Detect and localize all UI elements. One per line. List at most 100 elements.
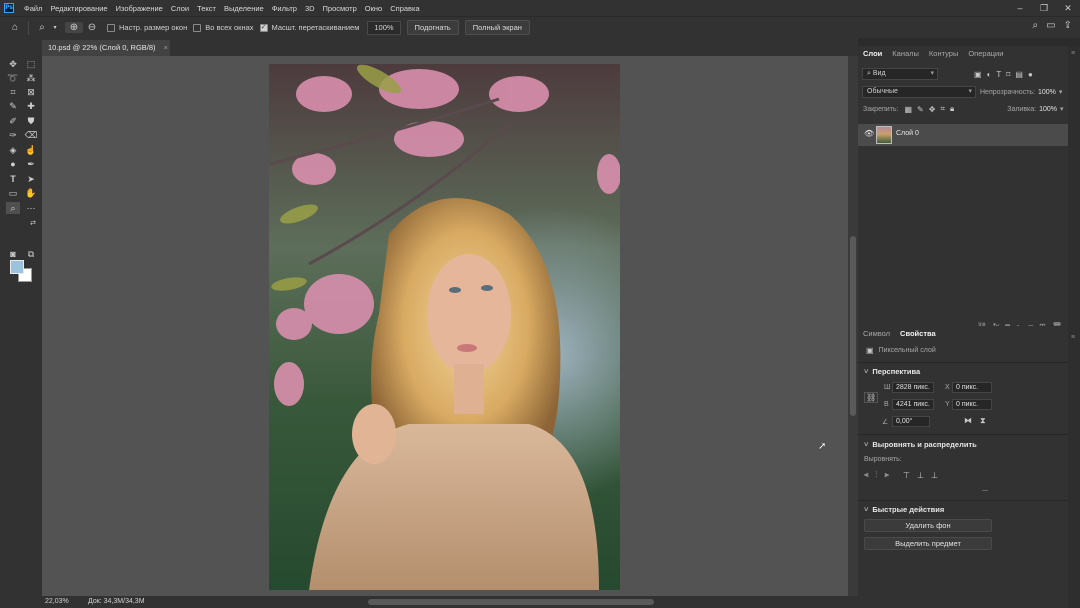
align-left-icon[interactable]: ⫷ xyxy=(864,470,869,480)
align-vcenter-icon[interactable]: ⊥ xyxy=(917,471,924,480)
menu-type[interactable]: Текст xyxy=(193,4,220,13)
healing-tool-icon[interactable]: ✚ xyxy=(24,100,38,112)
brush-tool-icon[interactable]: ✐ xyxy=(6,115,20,127)
fill-screen-button[interactable]: Полный экран xyxy=(464,20,530,35)
opacity-value[interactable]: 100% xyxy=(1038,89,1056,96)
zoom-tool-icon[interactable]: ⌕ xyxy=(33,22,51,33)
zoom-in-icon[interactable]: ⊕ xyxy=(65,22,83,33)
foreground-color-swatch[interactable] xyxy=(10,260,24,274)
status-doc-size[interactable]: Док: 34,3M/34,3M xyxy=(88,596,145,608)
horizontal-scrollbar-thumb[interactable] xyxy=(368,599,654,605)
layer-name[interactable]: Слой 0 xyxy=(896,130,919,137)
frame-tool-icon[interactable]: ⊠ xyxy=(24,86,38,98)
quick-actions-title[interactable]: ˅ Быстрые действия xyxy=(864,505,944,514)
swap-colors-icon[interactable]: ⇄ xyxy=(26,218,40,230)
layer-row[interactable]: 👁︎ Слой 0 xyxy=(858,124,1068,146)
maximize-icon[interactable]: ❐ xyxy=(1032,0,1056,16)
clone-stamp-tool-icon[interactable]: ⛊ xyxy=(24,115,38,127)
link-dimensions-icon[interactable]: ⛓ xyxy=(864,392,879,403)
tab-character[interactable]: Символ xyxy=(858,326,895,342)
x-field[interactable]: 0 пикс. xyxy=(952,382,992,393)
panel-menu-icon[interactable]: ≡ xyxy=(1071,50,1075,57)
document-photo[interactable] xyxy=(269,64,620,590)
align-bottom-icon[interactable]: ⊥ xyxy=(931,471,938,480)
width-field[interactable]: 2828 пикс. xyxy=(892,382,934,393)
transform-section-title[interactable]: ˅ Перспектива xyxy=(864,367,920,376)
scrollbar-thumb[interactable] xyxy=(850,236,856,416)
y-field[interactable]: 0 пикс. xyxy=(952,399,992,410)
fill-value[interactable]: 100% xyxy=(1039,106,1057,113)
magic-wand-tool-icon[interactable]: ⁂ xyxy=(24,72,38,84)
path-selection-tool-icon[interactable]: ➤ xyxy=(24,173,38,185)
menu-select[interactable]: Выделение xyxy=(220,4,268,13)
zoom-tool-icon[interactable]: ⌕ xyxy=(6,202,20,214)
move-tool-icon[interactable]: ✥ xyxy=(6,58,20,70)
close-tab-icon[interactable]: × xyxy=(164,43,168,52)
select-subject-button[interactable]: Выделить предмет xyxy=(864,537,992,550)
type-tool-icon[interactable]: T xyxy=(6,173,20,185)
marquee-tool-icon[interactable]: ⬚ xyxy=(24,58,38,70)
status-zoom[interactable]: 22,03% xyxy=(45,596,69,608)
lock-all-icon[interactable]: 🔒︎ xyxy=(950,104,954,114)
menu-file[interactable]: Файл xyxy=(20,4,46,13)
align-hcenter-icon[interactable]: ⫶ xyxy=(876,470,878,480)
menu-image[interactable]: Изображение xyxy=(112,4,167,13)
resize-windows-checkbox[interactable]: Настр. размер окон xyxy=(107,23,187,32)
align-top-icon[interactable]: ⊤ xyxy=(903,471,910,480)
more-options-icon[interactable]: ... xyxy=(982,486,988,493)
menu-3d[interactable]: 3D xyxy=(301,4,319,13)
chevron-down-icon[interactable]: ▾ xyxy=(1060,105,1064,113)
filter-shape-icon[interactable]: ⌑ xyxy=(1006,70,1010,79)
lock-artboard-icon[interactable]: ⌗ xyxy=(940,104,945,114)
close-icon[interactable]: ✕ xyxy=(1056,0,1080,16)
crop-tool-icon[interactable]: ⌗ xyxy=(6,86,20,98)
flip-horizontal-icon[interactable]: ⧓ xyxy=(964,416,972,425)
menu-window[interactable]: Окно xyxy=(361,4,386,13)
eye-icon[interactable]: 👁︎ xyxy=(864,129,874,138)
hand-tool-icon[interactable]: ✋ xyxy=(24,187,38,199)
menu-edit[interactable]: Редактирование xyxy=(46,4,111,13)
filter-pixel-icon[interactable]: ▣ xyxy=(974,70,982,79)
layer-filter-select[interactable]: ⌕ Вид ▾ xyxy=(862,68,938,80)
workspace-icon[interactable]: ▭ xyxy=(1046,20,1055,31)
lasso-tool-icon[interactable]: ➰ xyxy=(6,72,20,84)
menu-help[interactable]: Справка xyxy=(386,4,423,13)
history-brush-tool-icon[interactable]: ✑ xyxy=(6,129,20,141)
tab-actions[interactable]: Операции xyxy=(963,46,1008,62)
lock-transparent-icon[interactable]: ▦ xyxy=(904,105,912,114)
filter-smart-object-icon[interactable]: ▤ xyxy=(1015,70,1023,79)
chevron-down-icon[interactable]: ▾ xyxy=(51,24,59,31)
paint-bucket-tool-icon[interactable]: ◈ xyxy=(6,144,20,156)
remove-background-button[interactable]: Удалить фон xyxy=(864,519,992,532)
tab-layers[interactable]: Слои xyxy=(858,46,887,62)
canvas-area[interactable]: ➚ xyxy=(42,56,848,596)
filter-adjustment-icon[interactable]: ◐ xyxy=(987,70,992,79)
filter-toggle-icon[interactable]: ● xyxy=(1028,70,1033,79)
zoom-percent-field[interactable]: 100% xyxy=(367,20,401,35)
screen-mode-icon[interactable]: ⧉ xyxy=(24,248,38,260)
eraser-tool-icon[interactable]: ⌫ xyxy=(24,129,38,141)
vertical-scrollbar[interactable] xyxy=(848,56,858,596)
panel-menu-icon[interactable]: ≡ xyxy=(1071,334,1075,341)
menu-filter[interactable]: Фильтр xyxy=(268,4,301,13)
flip-vertical-icon[interactable]: ⧗ xyxy=(980,416,986,426)
eyedropper-tool-icon[interactable]: ✎ xyxy=(6,100,20,112)
tab-properties[interactable]: Свойства xyxy=(895,326,941,342)
filter-type-icon[interactable]: T xyxy=(996,70,1001,79)
lock-position-icon[interactable]: ✥ xyxy=(929,105,936,114)
tab-channels[interactable]: Каналы xyxy=(887,46,924,62)
zoom-out-icon[interactable]: ⊖ xyxy=(83,22,101,33)
pen-tool-icon[interactable]: ✒ xyxy=(24,158,38,170)
tab-paths[interactable]: Контуры xyxy=(924,46,963,62)
menu-view[interactable]: Просмотр xyxy=(319,4,361,13)
align-right-icon[interactable]: ⫸ xyxy=(885,470,890,480)
scrubby-zoom-checkbox[interactable]: ✓ Масшт. перетаскиванием xyxy=(259,23,359,32)
blend-mode-select[interactable]: Обычные ▾ xyxy=(862,86,976,98)
fit-screen-button[interactable]: Подогнать xyxy=(406,20,459,35)
dodge-tool-icon[interactable]: ● xyxy=(6,158,20,170)
lock-pixels-icon[interactable]: ✎ xyxy=(917,105,924,114)
chevron-down-icon[interactable]: ▾ xyxy=(1059,88,1063,96)
home-icon[interactable]: ⌂ xyxy=(6,22,24,33)
minimize-icon[interactable]: – xyxy=(1008,0,1032,16)
smudge-tool-icon[interactable]: ☝ xyxy=(24,144,38,156)
